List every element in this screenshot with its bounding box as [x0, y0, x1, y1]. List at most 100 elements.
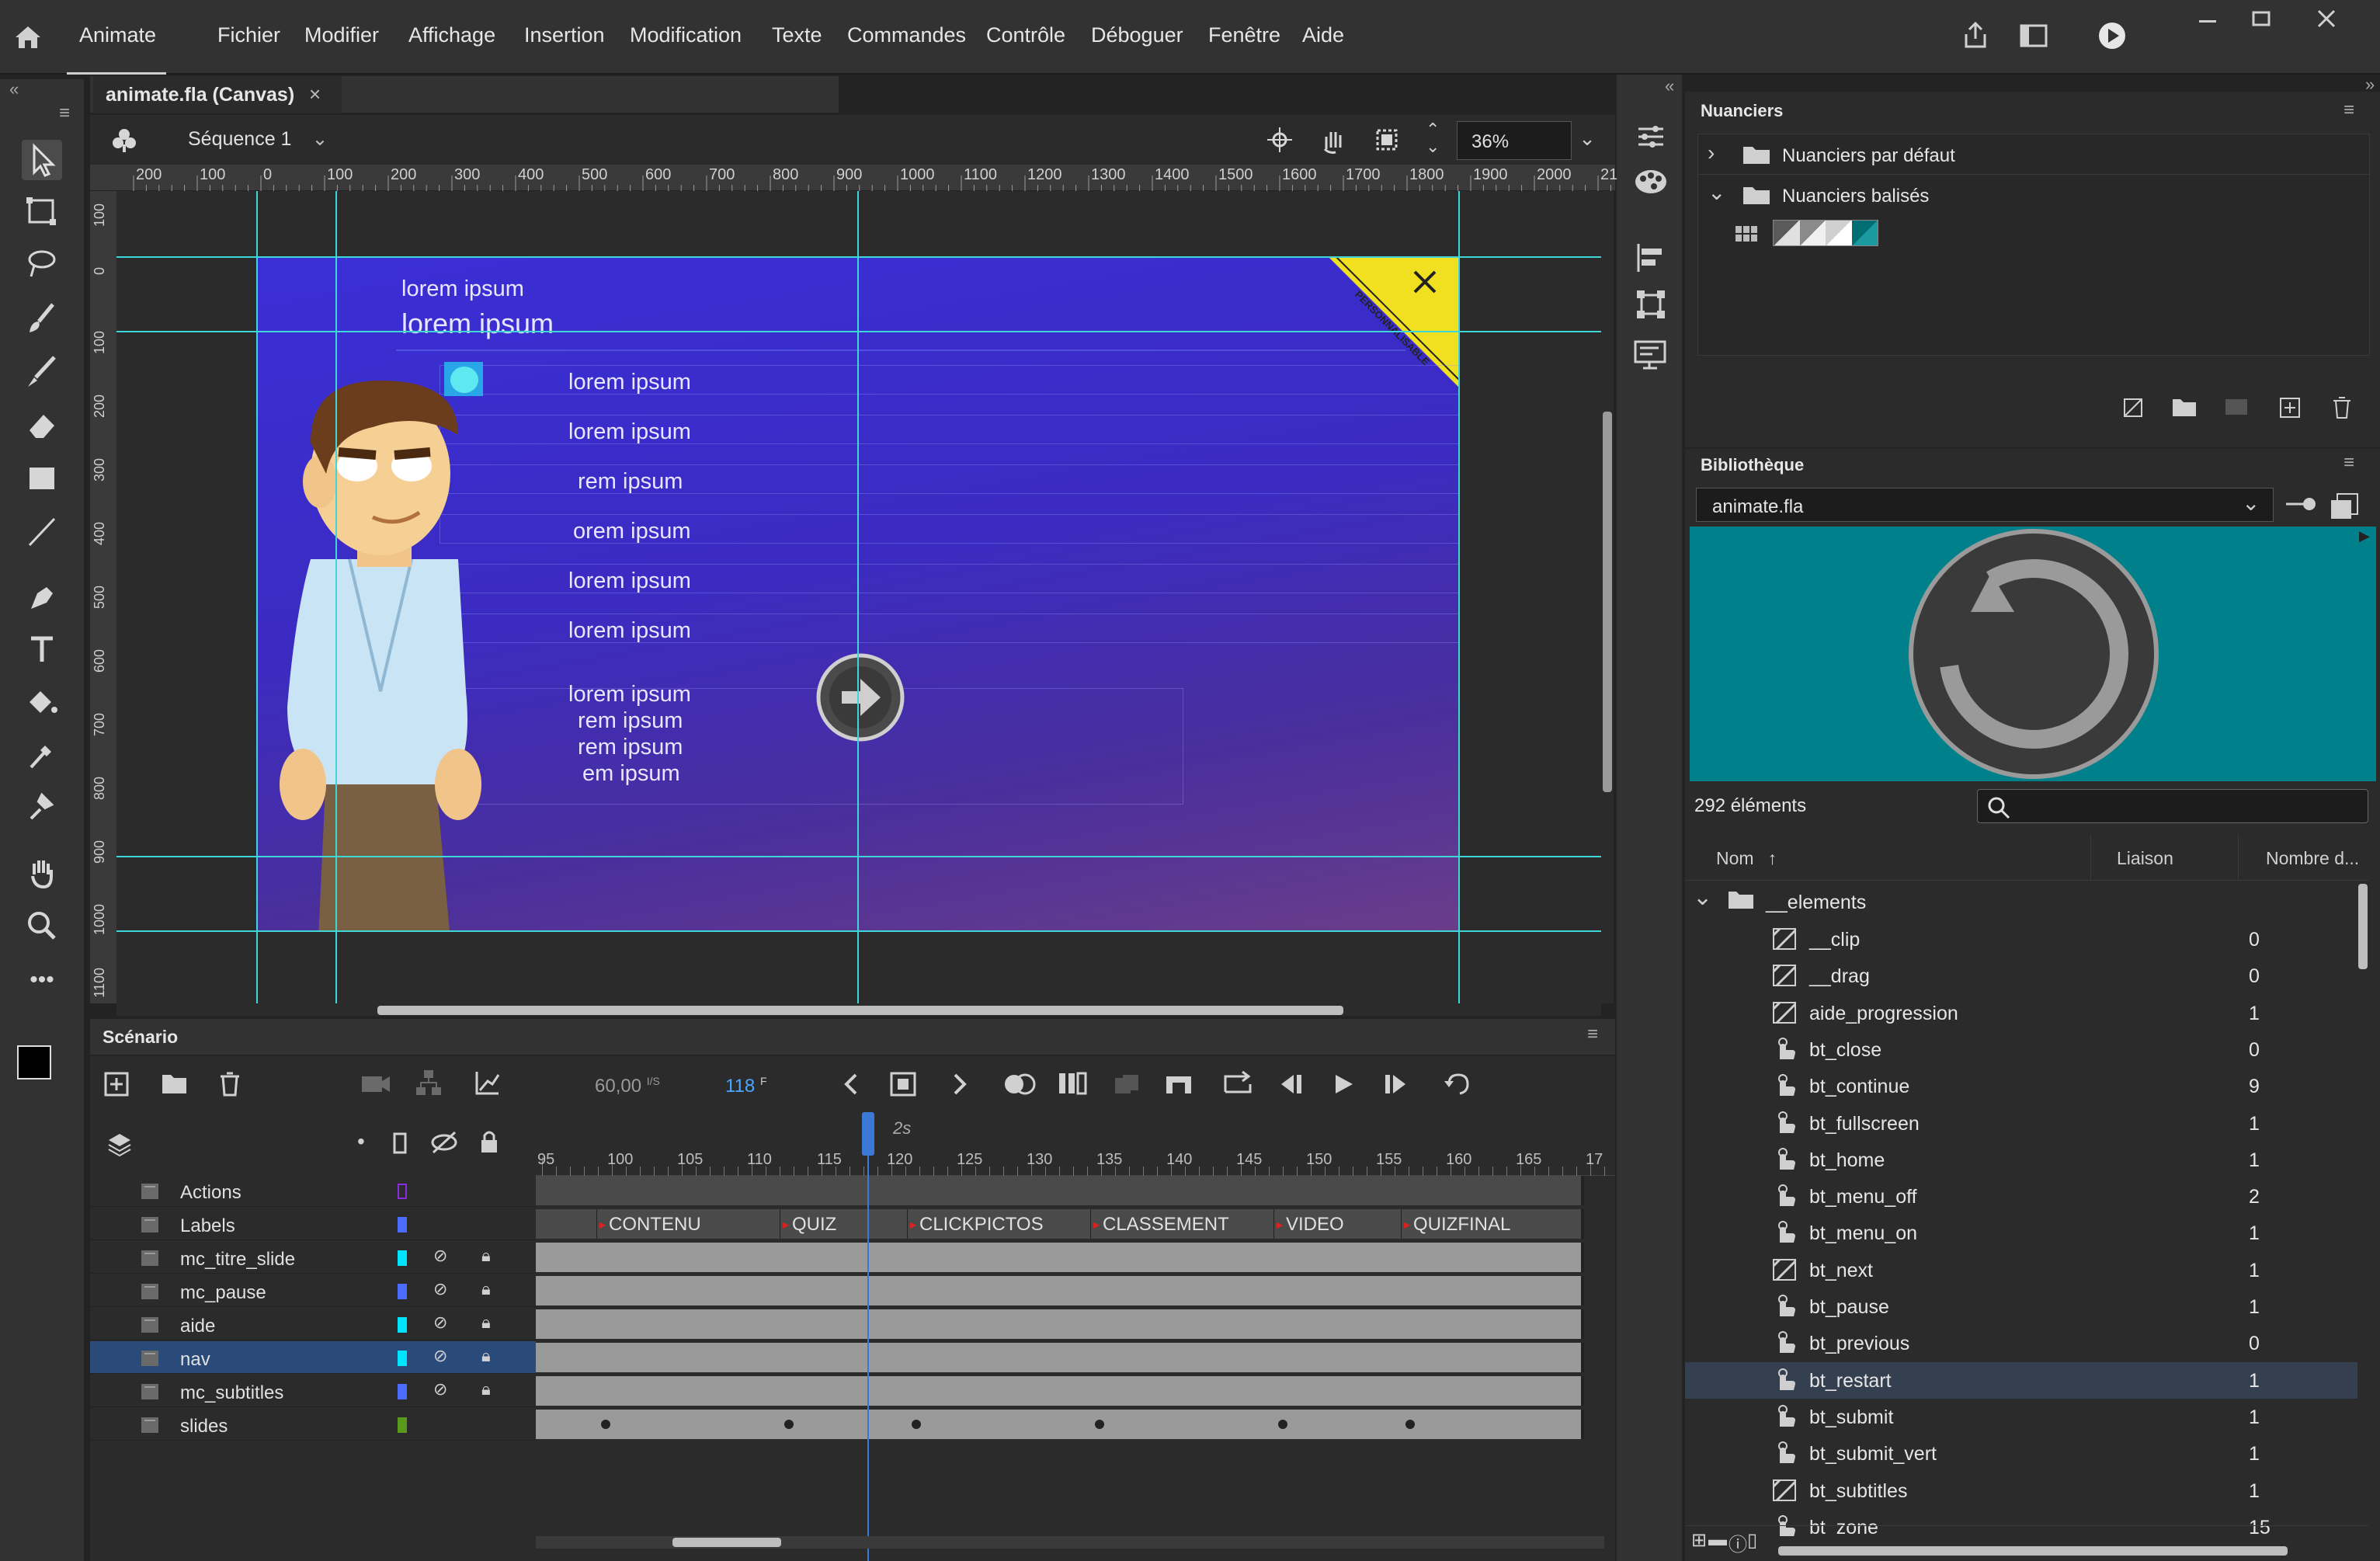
stage-vertical-scrollbar[interactable]: [1601, 191, 1614, 1003]
undo-icon[interactable]: [1443, 1072, 1472, 1100]
new-folder-icon[interactable]: [160, 1070, 189, 1100]
current-frame[interactable]: 118 F: [725, 1075, 767, 1097]
test-movie-icon[interactable]: [2097, 20, 2128, 55]
swatch[interactable]: [1799, 221, 1826, 245]
column-use-count[interactable]: Nombre d...: [2266, 848, 2359, 869]
insert-blank-icon[interactable]: [1163, 1072, 1194, 1100]
edit-multiple-frames-icon[interactable]: [1058, 1070, 1089, 1100]
scroll-thumb[interactable]: [2358, 884, 2368, 969]
chevron-down-icon[interactable]: ⌄: [1693, 884, 1712, 911]
camera-icon[interactable]: [360, 1072, 391, 1099]
new-swatch-group-icon[interactable]: [2121, 396, 2145, 423]
add-swatch-icon[interactable]: [2278, 396, 2302, 423]
library-item-row[interactable]: bt_close 0: [1685, 1031, 2368, 1068]
rectangle-tool-icon[interactable]: [22, 458, 62, 499]
next-keyframe-icon[interactable]: [947, 1072, 971, 1100]
guide[interactable]: [857, 191, 859, 1003]
line-tool-icon[interactable]: [22, 511, 62, 551]
scroll-thumb[interactable]: [377, 1006, 1343, 1015]
layer-name[interactable]: Labels: [180, 1215, 235, 1237]
menu-texte[interactable]: Texte: [772, 23, 822, 47]
stroke-color-swatch[interactable]: [17, 1045, 51, 1079]
layer-name[interactable]: nav: [180, 1349, 210, 1371]
prev-keyframe-icon[interactable]: [840, 1072, 863, 1100]
rotate-stage-icon[interactable]: [1319, 126, 1350, 158]
timeline-scrollbar[interactable]: [536, 1536, 1604, 1549]
menu-commandes[interactable]: Commandes: [847, 23, 966, 47]
keyframe[interactable]: [601, 1420, 610, 1429]
color-icon[interactable]: [1634, 168, 1668, 200]
step-forward-icon[interactable]: [1382, 1072, 1410, 1100]
new-library-panel-icon[interactable]: [2330, 492, 2361, 524]
swatch[interactable]: [1826, 221, 1852, 245]
folder-icon[interactable]: [2171, 396, 2198, 422]
layer-color-swatch[interactable]: [398, 1417, 407, 1433]
lock-icon[interactable]: 🔒︎: [481, 1346, 491, 1366]
frame-row[interactable]: ▸ CONTENU ▸ QUIZ ▸ CLICKPICTOS ▸ CLASSEMENT ▸ VID…: [536, 1209, 1584, 1239]
layer-name[interactable]: mc_subtitles: [180, 1382, 283, 1404]
pin-tool-icon[interactable]: [22, 787, 62, 828]
maximize-icon[interactable]: [2247, 6, 2275, 33]
highlight-dot-icon[interactable]: •: [357, 1129, 365, 1154]
new-symbol-icon[interactable]: ⊞: [1691, 1529, 1707, 1552]
brush-tool-icon[interactable]: [22, 351, 62, 391]
library-vertical-scrollbar[interactable]: [2357, 884, 2368, 1536]
tagged-swatches[interactable]: [1773, 220, 1878, 246]
new-folder-icon[interactable]: ▬: [1708, 1529, 1727, 1551]
layer-name[interactable]: slides: [180, 1416, 228, 1438]
menu-modification[interactable]: Modification: [630, 23, 742, 47]
menu-insertion[interactable]: Insertion: [524, 23, 605, 47]
library-item-row[interactable]: __drag 0: [1685, 958, 2368, 994]
panel-tab[interactable]: Nuanciers: [1685, 92, 1809, 130]
stage-horizontal-scrollbar[interactable]: [116, 1003, 1601, 1016]
frame-row[interactable]: [536, 1343, 1584, 1372]
library-search-input[interactable]: [1977, 789, 2368, 823]
home-icon[interactable]: [11, 20, 45, 54]
swatch[interactable]: [1851, 221, 1878, 245]
timeline-frames[interactable]: 2s 95 100 105 110 115 120 125 130 135 140 145 150 15…: [536, 1112, 1647, 1561]
lock-icon[interactable]: 🔒︎: [481, 1279, 491, 1299]
guide[interactable]: [1458, 191, 1460, 1003]
menu-controle[interactable]: Contrôle: [986, 23, 1065, 47]
layer-row[interactable]: nav ⊘ 🔒︎: [90, 1341, 536, 1374]
library-folder-row[interactable]: ⌄ __elements: [1685, 884, 2368, 920]
panel-menu-icon[interactable]: ≡: [1587, 1024, 1598, 1045]
lasso-tool-icon[interactable]: [22, 244, 62, 284]
scene-selector[interactable]: Séquence 1 ⌄: [188, 127, 328, 151]
free-transform-tool-icon[interactable]: [22, 191, 62, 231]
library-item-row[interactable]: bt_subtitles 1: [1685, 1472, 2368, 1509]
menu-modifier[interactable]: Modifier: [304, 23, 379, 47]
hidden-eye-icon[interactable]: ⊘: [433, 1312, 447, 1333]
column-name[interactable]: Nom ↑: [1716, 848, 1777, 869]
keyframe[interactable]: [1405, 1420, 1415, 1429]
lock-icon[interactable]: [478, 1129, 500, 1158]
keyframe[interactable]: [912, 1420, 921, 1429]
new-layer-icon[interactable]: [102, 1070, 130, 1102]
playhead[interactable]: [862, 1112, 874, 1156]
layer-row[interactable]: aide ⊘ 🔒︎: [90, 1308, 536, 1340]
frame-row[interactable]: [536, 1243, 1584, 1272]
scroll-thumb[interactable]: [672, 1538, 781, 1547]
workspace-icon[interactable]: [2019, 22, 2048, 54]
layer-name[interactable]: mc_pause: [180, 1282, 266, 1304]
frame-row[interactable]: [536, 1376, 1584, 1406]
frame-row[interactable]: [536, 1410, 1584, 1439]
library-item-row[interactable]: aide_progression 1: [1685, 995, 2368, 1031]
layer-color-swatch[interactable]: [398, 1351, 407, 1366]
delete-icon[interactable]: ▯: [1747, 1529, 1757, 1552]
menu-deboguer[interactable]: Déboguer: [1091, 23, 1183, 47]
menu-aide[interactable]: Aide: [1302, 23, 1344, 47]
swatch-library-icon[interactable]: [2224, 396, 2249, 422]
text-tool-icon[interactable]: [22, 629, 62, 669]
close-icon[interactable]: [2312, 5, 2340, 37]
library-document-select[interactable]: animate.fla ⌄: [1696, 488, 2274, 522]
create-tween-icon[interactable]: [1112, 1072, 1143, 1100]
zoom-field[interactable]: 36%: [1457, 121, 1572, 160]
layer-color-swatch[interactable]: [398, 1284, 407, 1299]
collapse-icon[interactable]: «: [1665, 76, 1674, 96]
align-icon[interactable]: [1635, 242, 1666, 277]
menu-fenetre[interactable]: Fenêtre: [1208, 23, 1280, 47]
delete-swatch-icon[interactable]: [2331, 396, 2353, 423]
horizontal-scrollbar[interactable]: [1778, 1546, 2288, 1556]
clip-stage-icon[interactable]: [1373, 126, 1401, 158]
